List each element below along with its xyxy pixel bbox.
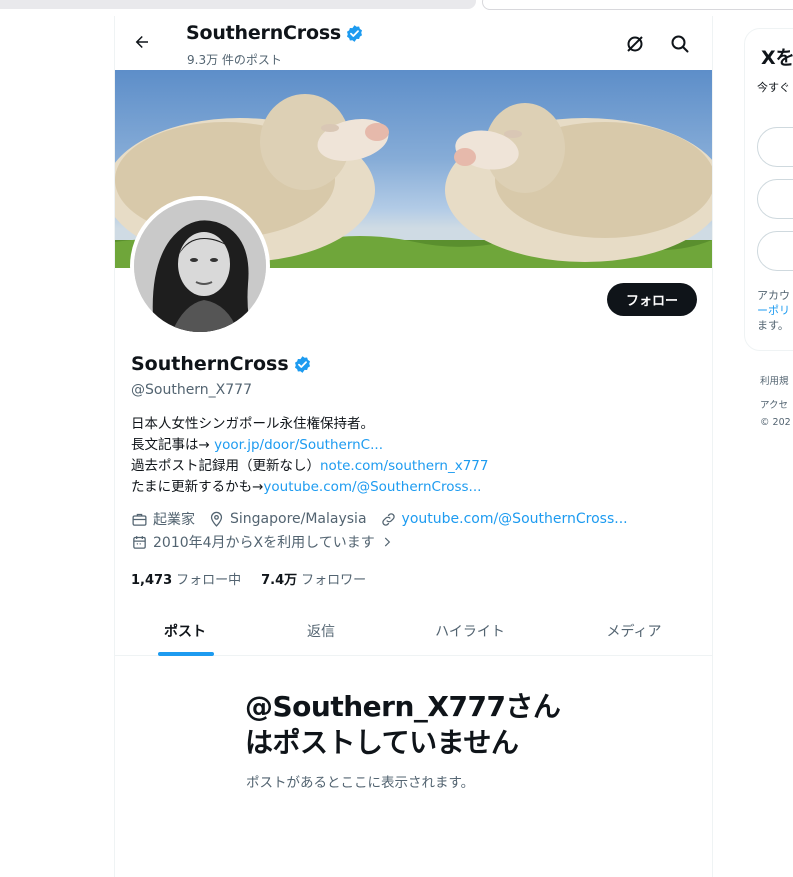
joined-text: 2010年4月からXを利用しています: [153, 535, 375, 551]
bio-line-3: 過去ポスト記録用（更新なし）note.com/southern_x777: [131, 456, 488, 477]
signup-description: 今すぐ う。: [757, 81, 793, 94]
tab-highlights[interactable]: ハイライト: [387, 606, 553, 656]
following-count: 1,473: [131, 573, 173, 588]
column-divider-right: [712, 16, 713, 877]
signup-card: Xを 今すぐ う。 アカウ ーポリ ます。: [744, 28, 793, 351]
footer-accessibility-link[interactable]: アクセ: [760, 397, 788, 411]
terms-text: アカウ: [757, 289, 790, 302]
search-button[interactable]: [668, 32, 692, 56]
grok-icon: [627, 36, 643, 52]
profile-name-row: SouthernCross: [131, 353, 312, 375]
bio-line-2: 長文記事は→ yoor.jp/door/SouthernC...: [131, 435, 488, 456]
active-tab-indicator: [158, 652, 214, 656]
location-text: Singapore/Malaysia: [230, 511, 367, 527]
followers-count: 7.4万: [261, 573, 298, 588]
browser-tab[interactable]: [0, 0, 476, 9]
bio-link-yoor[interactable]: yoor.jp/door/SouthernC...: [214, 437, 383, 453]
signup-apple-button[interactable]: [757, 179, 793, 219]
location-item: Singapore/Malaysia: [208, 511, 367, 528]
chevron-right-icon: [384, 537, 390, 547]
followers-label: フォロワー: [301, 573, 367, 588]
profile-avatar[interactable]: [130, 196, 270, 336]
website-link[interactable]: youtube.com/@SouthernCross...: [402, 511, 628, 527]
footer-copyright: © 202: [760, 417, 791, 428]
empty-title-line-1: @Southern_X777さん: [245, 690, 561, 723]
verified-badge-icon[interactable]: [293, 355, 312, 374]
following-label: フォロー中: [176, 573, 242, 588]
website-item: youtube.com/@SouthernCross...: [380, 511, 628, 528]
back-button[interactable]: [129, 29, 155, 55]
bio-link-youtube[interactable]: youtube.com/@SouthernCross...: [263, 479, 481, 495]
profile-bio: 日本人女性シンガポール永住権保持者。 長文記事は→ yoor.jp/door/S…: [131, 414, 488, 498]
signup-terms: アカウ ーポリ ます。: [757, 288, 793, 333]
calendar-icon: [133, 535, 146, 549]
signup-title: Xを: [761, 47, 793, 69]
profile-name: SouthernCross: [131, 353, 289, 375]
tab-posts[interactable]: ポスト: [115, 606, 255, 656]
profile-meta: 起業家 Singapore/Malaysia youtube.com/@Sout…: [131, 509, 641, 529]
link-icon: [381, 512, 395, 526]
avatar-portrait-image: [134, 200, 266, 332]
follow-stats: 1,473 フォロー中 7.4万 フォロワー: [131, 569, 366, 588]
arrow-left-icon: [135, 36, 148, 48]
profession-item: 起業家: [131, 509, 195, 529]
bio-line-1: 日本人女性シンガポール永住権保持者。: [131, 416, 374, 432]
post-count: 9.3万 件のポスト: [187, 53, 282, 67]
follow-button[interactable]: フォロー: [607, 283, 697, 316]
location-pin-icon: [210, 511, 223, 527]
empty-title-line-2: はポストしていません: [245, 726, 519, 759]
bio-link-note[interactable]: note.com/southern_x777: [320, 458, 488, 474]
empty-state-title: @Southern_X777さん はポストしていません: [245, 689, 585, 761]
verified-badge-icon: [347, 24, 363, 42]
profile-tabs: ポスト 返信 ハイライト メディア: [115, 606, 712, 656]
followers-link[interactable]: 7.4万 フォロワー: [261, 569, 366, 588]
tab-replies[interactable]: 返信: [255, 606, 387, 656]
profession-text: 起業家: [153, 512, 195, 528]
terms-text: ます。: [757, 319, 789, 332]
privacy-link[interactable]: ーポリ: [757, 303, 793, 318]
create-account-button[interactable]: [757, 231, 793, 271]
bio-text: 過去ポスト記録用（更新なし）: [131, 458, 320, 474]
bio-line-4: たまに更新するかも→youtube.com/@SouthernCross...: [131, 477, 488, 498]
bio-text: たまに更新するかも→: [131, 479, 264, 495]
empty-state-subtitle: ポストがあるとここに表示されます。: [246, 775, 475, 791]
search-icon: [671, 35, 689, 53]
browser-address-bar[interactable]: [482, 0, 793, 10]
joined-date[interactable]: 2010年4月からXを利用しています: [131, 532, 394, 552]
profile-handle: @Southern_X777: [131, 382, 252, 398]
signup-google-button[interactable]: [757, 127, 793, 167]
header-name: SouthernCross: [186, 22, 342, 44]
footer-terms-link[interactable]: 利用規: [760, 373, 789, 387]
tab-media[interactable]: メディア: [553, 606, 715, 656]
profile-header: SouthernCross 9.3万 件のポスト: [115, 16, 712, 70]
briefcase-icon: [132, 513, 147, 526]
bio-text: 長文記事は→: [131, 437, 215, 453]
header-title: SouthernCross: [186, 22, 364, 44]
following-link[interactable]: 1,473 フォロー中: [131, 569, 241, 588]
browser-strip: [0, 0, 793, 16]
grok-button[interactable]: [623, 32, 647, 56]
